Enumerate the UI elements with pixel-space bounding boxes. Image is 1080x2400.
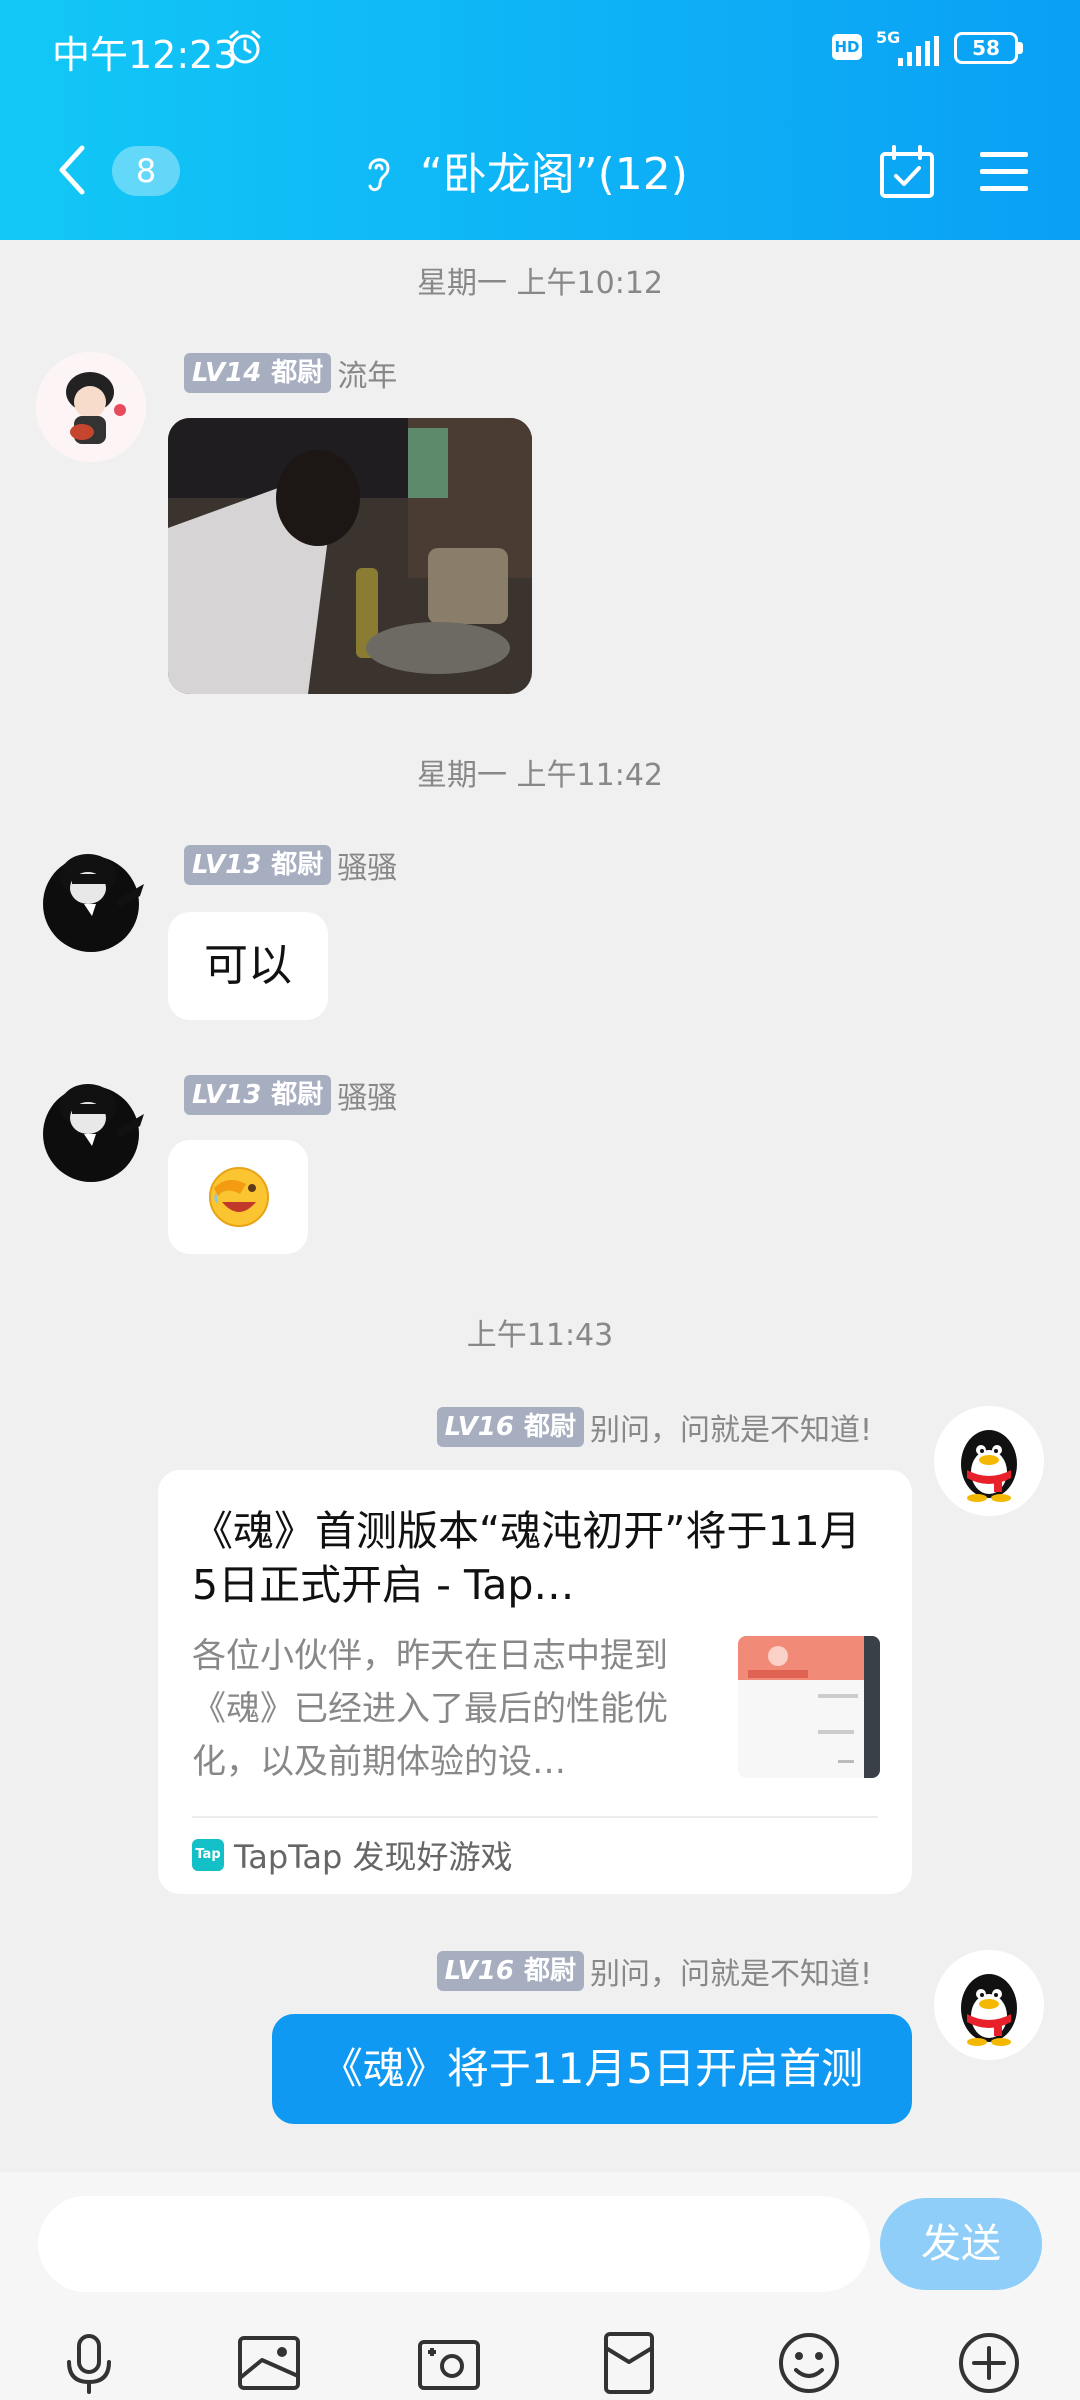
input-area: 发送 (0, 2172, 1080, 2400)
message-input[interactable] (38, 2196, 870, 2292)
timestamp: 星期一 上午10:12 (417, 266, 663, 301)
back-icon[interactable] (54, 144, 90, 196)
signal-icon (898, 36, 939, 66)
sender-name: 流年 (337, 359, 398, 394)
timestamp: 星期一 上午11:42 (417, 758, 663, 793)
hd-badge: HD (832, 34, 862, 60)
unread-count-badge[interactable]: 8 (112, 146, 180, 196)
avatar[interactable] (934, 1950, 1044, 2060)
message-text: 可以 (204, 940, 292, 991)
avatar[interactable] (934, 1406, 1044, 1516)
facepalm-laugh-emoji-icon (209, 1167, 269, 1227)
avatar[interactable] (36, 844, 146, 954)
send-button[interactable]: 发送 (880, 2198, 1042, 2290)
taptap-logo-icon: Tap (192, 1839, 224, 1871)
sender-name: 别问，问就是不知道! (589, 1957, 872, 1992)
plus-icon[interactable] (954, 2328, 1024, 2398)
image-message[interactable] (168, 418, 532, 694)
card-title: 《魂》首测版本“魂沌初开”将于11月5日正式开启 - Tap… (192, 1507, 861, 1609)
status-bar: 中午12:23 HD 5G 58 (0, 24, 1080, 77)
level-badge: LV14 都尉 (184, 353, 332, 393)
microphone-icon[interactable] (54, 2328, 124, 2398)
menu-icon[interactable] (978, 148, 1030, 196)
avatar[interactable] (36, 1074, 146, 1184)
sender-name: 骚骚 (337, 1081, 398, 1116)
message-meta: LV16 都尉 别问，问就是不知道! (436, 1406, 872, 1448)
card-source: Tap TapTap 发现好游戏 (192, 1832, 513, 1878)
image-icon[interactable] (234, 2328, 304, 2398)
level-badge: LV16 都尉 (436, 1407, 584, 1447)
chat-title[interactable]: “卧龙阁”(12) (420, 138, 688, 202)
alarm-icon (229, 30, 261, 64)
divider (192, 1816, 878, 1818)
camera-icon[interactable] (414, 2328, 484, 2398)
link-card[interactable]: 《魂》首测版本“魂沌初开”将于11月5日正式开启 - Tap… 各位小伙伴，昨天… (158, 1470, 912, 1894)
header: 中午12:23 HD 5G 58 8 “卧龙阁”(12) (0, 0, 1080, 240)
level-badge: LV16 都尉 (436, 1951, 584, 1991)
level-badge: LV13 都尉 (184, 1075, 332, 1115)
card-description: 各位小伙伴，昨天在日志中提到《魂》已经进入了最后的性能优化，以及前期体验的设… (192, 1636, 668, 1782)
message-meta: LV13 都尉 骚骚 (184, 844, 397, 886)
status-time: 中午12:23 (52, 33, 238, 77)
avatar[interactable] (36, 352, 146, 462)
sent-message-bubble[interactable]: 《魂》将于11月5日开启首测 (272, 2014, 912, 2124)
sender-name: 别问，问就是不知道! (589, 1413, 872, 1448)
emoji-message[interactable] (168, 1140, 308, 1254)
battery-level: 58 (972, 36, 1000, 60)
message-bubble[interactable]: 可以 (168, 912, 328, 1020)
message-meta: LV16 都尉 别问，问就是不知道! (436, 1950, 872, 1992)
card-thumbnail (738, 1636, 880, 1778)
level-badge: LV13 都尉 (184, 845, 332, 885)
ear-icon (368, 158, 390, 192)
message-meta: LV14 都尉 流年 (184, 352, 397, 394)
red-packet-icon[interactable] (594, 2328, 664, 2398)
nav-bar: 8 “卧龙阁”(12) (0, 130, 1080, 210)
emoji-icon[interactable] (774, 2328, 844, 2398)
battery-icon: 58 (954, 32, 1024, 64)
sender-name: 骚骚 (337, 851, 398, 886)
calendar-check-icon[interactable] (878, 144, 936, 200)
message-meta: LV13 都尉 骚骚 (184, 1074, 397, 1116)
timestamp: 上午11:43 (466, 1318, 614, 1353)
card-source-label: TapTap 发现好游戏 (234, 1838, 513, 1876)
